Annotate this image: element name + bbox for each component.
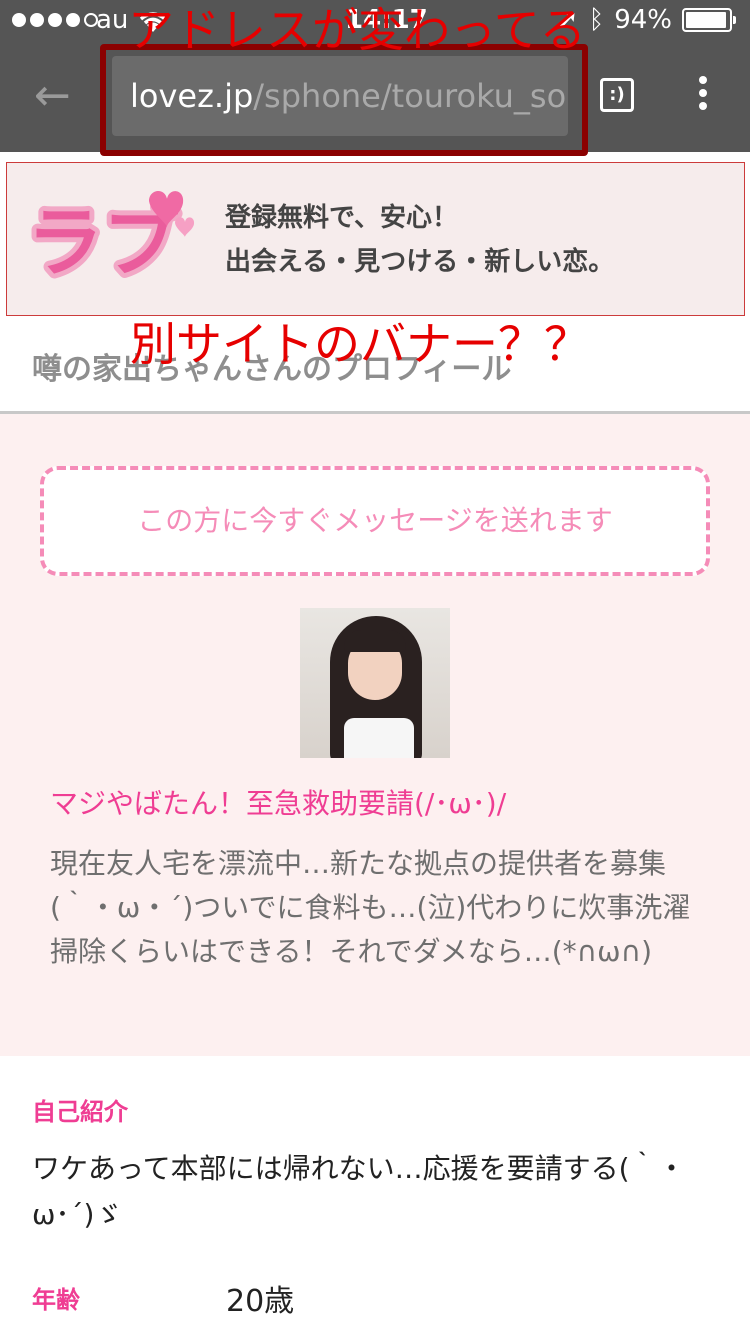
tab-switcher-icon[interactable]: :) xyxy=(600,78,634,112)
intro-text: ワケあって本部には帰れない…応援を要請する(｀・ω･´)ゞ xyxy=(32,1152,686,1231)
overflow-menu-icon[interactable] xyxy=(694,76,712,116)
battery-icon xyxy=(682,8,736,32)
address-bar[interactable]: lovez.jp/sphone/touroku_sous xyxy=(112,56,568,136)
intro-label: 自己紹介 xyxy=(32,1098,128,1126)
annotation-address-changed: アドレスが変わってる xyxy=(128,3,586,57)
send-message-button[interactable]: この方に今すぐメッセージを送れます xyxy=(40,466,710,576)
back-arrow-icon[interactable]: ← xyxy=(34,74,78,118)
url-path: /sphone/touroku_sous xyxy=(253,77,568,115)
love-logo: ラブ ラブ xyxy=(22,173,195,293)
banner-tagline-1: 登録無料で、安心！ xyxy=(225,203,458,233)
carrier-name: au xyxy=(96,5,129,35)
profile-description: 現在友人宅を漂流中…新たな拠点の提供者を募集(｀・ω・´)ついでに食料も…(泣)… xyxy=(50,847,691,968)
profile-headline: マジやばたん！至急救助要請(/･ω･)/ xyxy=(50,787,507,820)
ad-banner[interactable]: ラブ ラブ 登録無料で、安心！ 出会える・見つける・新しい恋。 xyxy=(6,162,745,316)
url-domain: lovez.jp xyxy=(130,77,254,115)
age-value: 20歳 xyxy=(226,1284,295,1319)
bluetooth-icon: ᛒ xyxy=(588,5,605,35)
battery-percent: 94% xyxy=(614,5,672,35)
annotation-other-site-banner: 別サイトのバナー？？ xyxy=(130,317,590,371)
profile-card: この方に今すぐメッセージを送れます マジやばたん！至急救助要請(/･ω･)/ 現… xyxy=(0,414,750,1056)
age-label: 年齢 xyxy=(32,1286,80,1314)
banner-tagline-2: 出会える・見つける・新しい恋。 xyxy=(225,247,615,277)
signal-strength-icon xyxy=(12,13,98,27)
profile-photo[interactable] xyxy=(300,608,450,758)
